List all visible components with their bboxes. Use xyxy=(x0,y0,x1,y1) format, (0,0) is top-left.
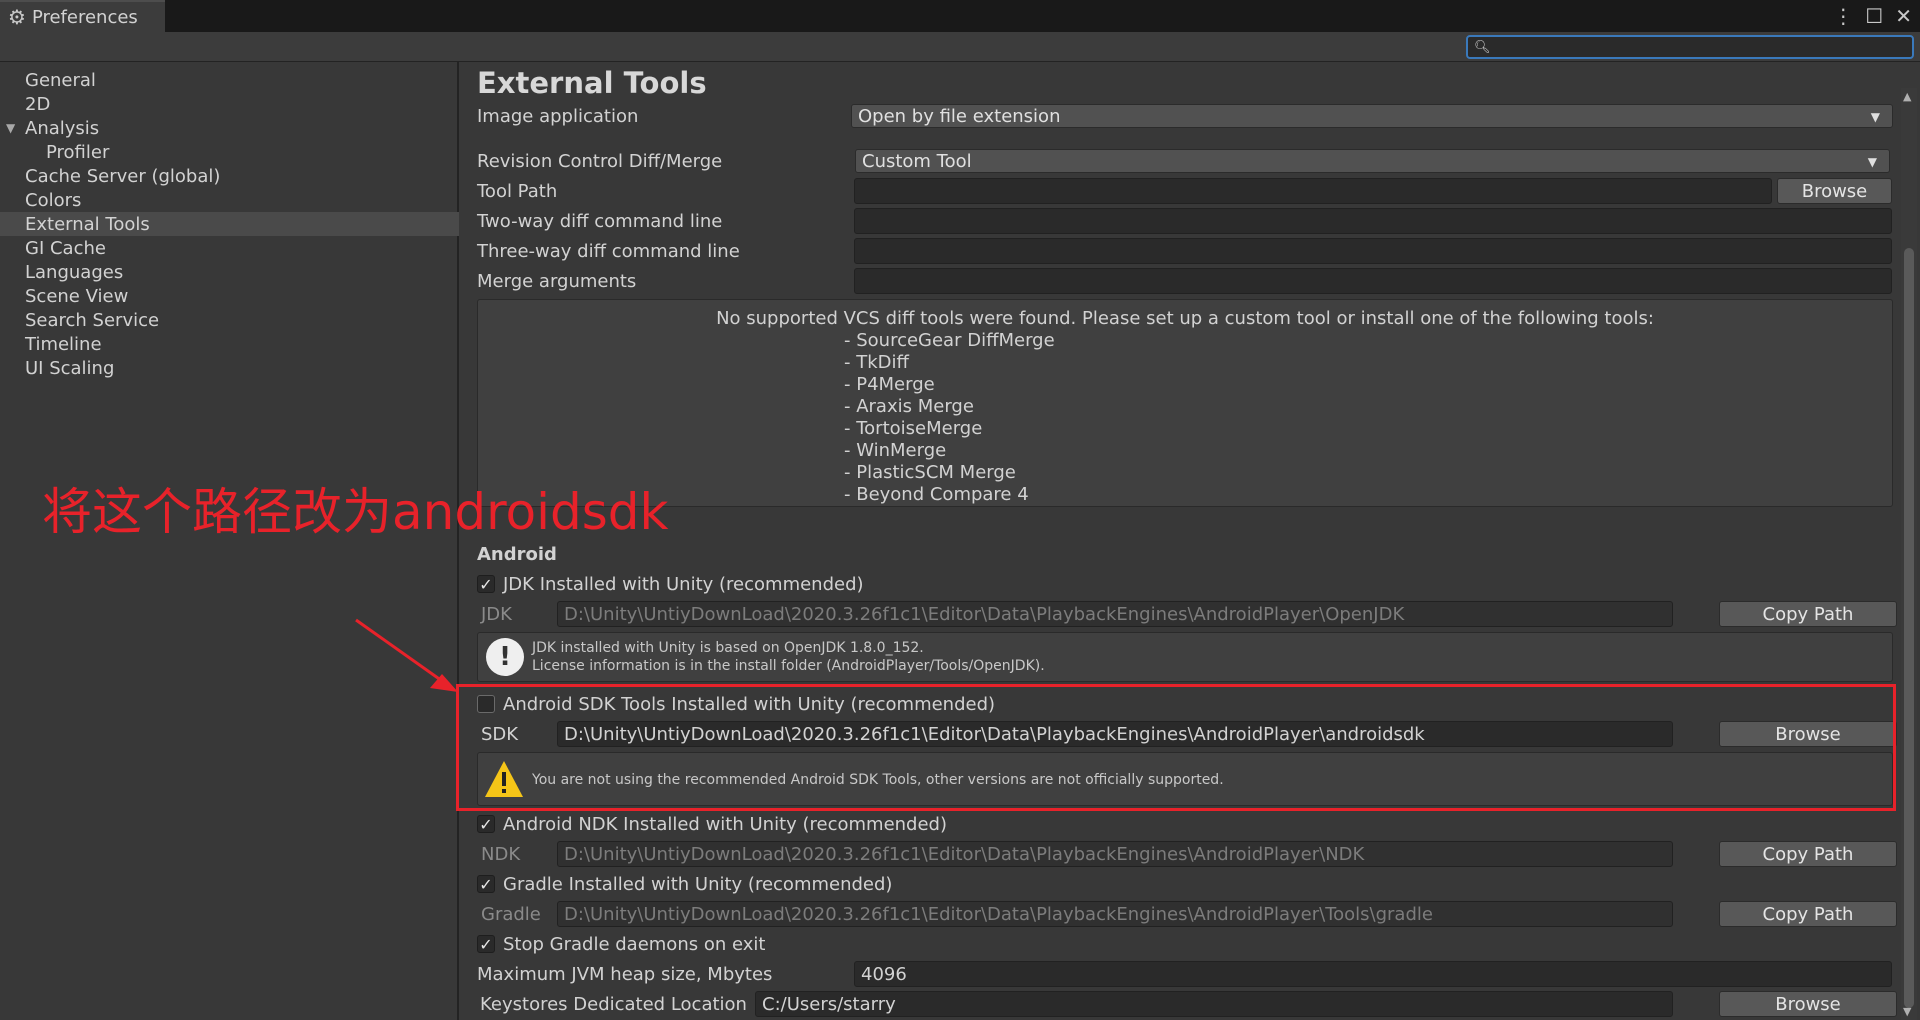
jdk-path-field: D:\Unity\UntiyDownLoad\2020.3.26f1c1\Edi… xyxy=(557,601,1673,627)
title-bar: ⚙ Preferences ⋮ ☐ ✕ xyxy=(0,0,1920,32)
jdk-copy-path-button[interactable]: Copy Path xyxy=(1719,601,1897,627)
jdk-label: JDK xyxy=(481,604,512,625)
info-icon: ! xyxy=(486,638,524,676)
jdk-info-line2: License information is in the install fo… xyxy=(532,658,1045,674)
keystores-label: Keystores Dedicated Location xyxy=(480,994,747,1015)
stop-gradle-label: Stop Gradle daemons on exit xyxy=(503,934,766,955)
preferences-tab[interactable]: ⚙ Preferences xyxy=(0,0,165,32)
maximize-icon[interactable]: ☐ xyxy=(1865,4,1883,28)
toolbar: 🔍︎ xyxy=(0,32,1920,62)
gradle-path-field: D:\Unity\UntiyDownLoad\2020.3.26f1c1\Edi… xyxy=(557,901,1673,927)
sidebar-item-scene-view[interactable]: Scene View xyxy=(0,284,459,308)
image-application-dropdown[interactable]: Open by file extension ▼ xyxy=(851,104,1893,128)
jdk-info-line1: JDK installed with Unity is based on Ope… xyxy=(532,640,924,656)
gradle-checkbox[interactable]: ✓ xyxy=(477,875,495,894)
list-item: - Araxis Merge xyxy=(844,396,974,417)
stop-gradle-checkbox[interactable]: ✓ xyxy=(477,935,495,954)
revision-control-dropdown[interactable]: Custom Tool ▼ xyxy=(855,149,1890,173)
ndk-label: NDK xyxy=(481,844,521,865)
list-item: - Beyond Compare 4 xyxy=(844,484,1029,505)
sidebar-item-ui-scaling[interactable]: UI Scaling xyxy=(0,356,459,380)
list-item: - TortoiseMerge xyxy=(844,418,983,439)
ndk-checkbox-label: Android NDK Installed with Unity (recomm… xyxy=(503,814,948,835)
search-box[interactable]: 🔍︎ xyxy=(1466,35,1914,59)
sidebar-item-2d[interactable]: 2D xyxy=(0,92,459,116)
scroll-down-icon[interactable]: ▼ xyxy=(1903,1005,1911,1018)
list-item: - PlasticSCM Merge xyxy=(844,462,1016,483)
ndk-checkbox[interactable]: ✓ xyxy=(477,815,495,834)
jvm-heap-label: Maximum JVM heap size, Mbytes xyxy=(477,964,773,985)
merge-arguments-label: Merge arguments xyxy=(477,271,637,292)
list-item: - SourceGear DiffMerge xyxy=(844,330,1055,351)
gear-icon: ⚙ xyxy=(8,5,26,29)
content-panel: External Tools Image application Open by… xyxy=(461,62,1920,1020)
search-input[interactable] xyxy=(1496,38,1897,56)
keystores-input[interactable]: C:/Users/starry xyxy=(755,991,1673,1017)
scroll-thumb[interactable] xyxy=(1904,248,1914,1008)
sidebar-item-analysis[interactable]: ▼ Analysis xyxy=(0,116,459,140)
tool-path-input[interactable] xyxy=(854,178,1772,204)
three-way-diff-label: Three-way diff command line xyxy=(477,241,740,262)
vertical-scrollbar[interactable]: ▲ ▼ xyxy=(1901,88,1917,1020)
sidebar-item-search-service[interactable]: Search Service xyxy=(0,308,459,332)
window-controls: ⋮ ☐ ✕ xyxy=(1833,4,1912,28)
list-item: - WinMerge xyxy=(844,440,947,461)
vcs-help-title: No supported VCS diff tools were found. … xyxy=(716,308,1654,329)
scroll-up-icon[interactable]: ▲ xyxy=(1903,90,1911,103)
expand-triangle-icon[interactable]: ▼ xyxy=(6,121,15,135)
jvm-heap-input[interactable]: 4096 xyxy=(854,961,1892,987)
vcs-help-box: No supported VCS diff tools were found. … xyxy=(477,299,1893,507)
gradle-label: Gradle xyxy=(481,904,541,925)
chevron-down-icon: ▼ xyxy=(1867,155,1877,169)
annotation-highlight-box xyxy=(456,684,1896,811)
chevron-down-icon: ▼ xyxy=(1870,110,1880,124)
keystores-browse-button[interactable]: Browse xyxy=(1719,991,1897,1017)
merge-arguments-input[interactable] xyxy=(854,268,1892,294)
tab-label: Preferences xyxy=(31,6,138,28)
android-section-header: Android xyxy=(477,544,557,565)
jdk-info-box: ! JDK installed with Unity is based on O… xyxy=(477,632,1893,682)
close-icon[interactable]: ✕ xyxy=(1895,4,1912,28)
sidebar-item-general[interactable]: General xyxy=(0,68,459,92)
jdk-checkbox-label: JDK Installed with Unity (recommended) xyxy=(503,574,864,595)
search-icon: 🔍︎ xyxy=(1474,39,1491,55)
list-item: - TkDiff xyxy=(844,352,909,373)
sidebar-item-profiler[interactable]: Profiler xyxy=(0,140,459,164)
sidebar-item-gi-cache[interactable]: GI Cache xyxy=(0,236,459,260)
jdk-checkbox[interactable]: ✓ xyxy=(477,575,495,594)
list-item: - P4Merge xyxy=(844,374,935,395)
sidebar-item-languages[interactable]: Languages xyxy=(0,260,459,284)
gradle-checkbox-label: Gradle Installed with Unity (recommended… xyxy=(503,874,893,895)
revision-control-label: Revision Control Diff/Merge xyxy=(477,151,723,172)
two-way-diff-label: Two-way diff command line xyxy=(477,211,723,232)
more-options-icon[interactable]: ⋮ xyxy=(1833,4,1853,28)
page-title: External Tools xyxy=(477,66,707,100)
image-application-label: Image application xyxy=(477,106,639,127)
annotation-text: 将这个路径改为androidsdk xyxy=(42,483,669,541)
ndk-path-field: D:\Unity\UntiyDownLoad\2020.3.26f1c1\Edi… xyxy=(557,841,1673,867)
tool-path-label: Tool Path xyxy=(477,181,558,202)
three-way-diff-input[interactable] xyxy=(854,238,1892,264)
vcs-tool-list: - SourceGear DiffMerge - TkDiff - P4Merg… xyxy=(844,330,1055,506)
sidebar-item-cache-server[interactable]: Cache Server (global) xyxy=(0,164,459,188)
sidebar-item-colors[interactable]: Colors xyxy=(0,188,459,212)
sidebar-item-timeline[interactable]: Timeline xyxy=(0,332,459,356)
gradle-copy-path-button[interactable]: Copy Path xyxy=(1719,901,1897,927)
two-way-diff-input[interactable] xyxy=(854,208,1892,234)
sidebar-item-external-tools[interactable]: External Tools xyxy=(0,212,459,236)
ndk-copy-path-button[interactable]: Copy Path xyxy=(1719,841,1897,867)
tool-path-browse-button[interactable]: Browse xyxy=(1777,178,1892,204)
